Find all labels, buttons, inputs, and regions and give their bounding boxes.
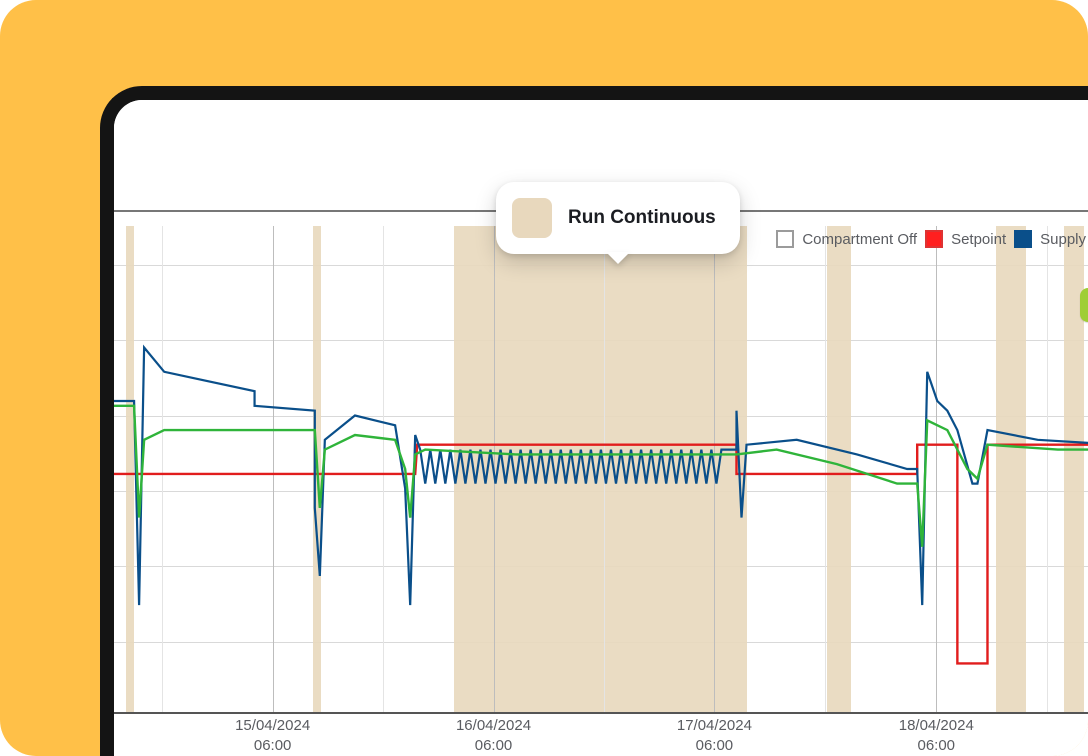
series-return[interactable] — [114, 406, 1088, 547]
series-setpoint[interactable] — [114, 445, 1088, 664]
x-axis-tick: 17/04/202406:00 — [677, 716, 752, 756]
x-axis-tick: 15/04/202406:00 — [235, 716, 310, 756]
chart-plot-area[interactable]: Compartment Off Setpoint Supply Run Cont… — [114, 226, 1088, 714]
chart-tooltip: Run Continuous — [496, 182, 740, 254]
app-screen: Compartment Off Setpoint Supply Run Cont… — [114, 100, 1088, 756]
x-axis-tick: 16/04/202406:00 — [456, 716, 531, 756]
chart-container: Compartment Off Setpoint Supply Run Cont… — [114, 210, 1088, 756]
tooltip-swatch-run-continuous — [512, 198, 552, 238]
x-axis-tick: 18/04/202406:00 — [899, 716, 974, 756]
chart-lines-svg — [114, 226, 1088, 712]
laptop-bezel: Compartment Off Setpoint Supply Run Cont… — [100, 86, 1088, 756]
tooltip-label: Run Continuous — [568, 207, 716, 229]
add-series-button[interactable]: + — [1080, 288, 1088, 322]
device-marketing-frame: Compartment Off Setpoint Supply Run Cont… — [0, 0, 1088, 756]
series-supply[interactable] — [114, 348, 1088, 606]
chart-x-axis: 15/04/202406:00 16/04/202406:00 17/04/2024… — [114, 716, 1088, 756]
tooltip-arrow-icon — [606, 252, 630, 264]
